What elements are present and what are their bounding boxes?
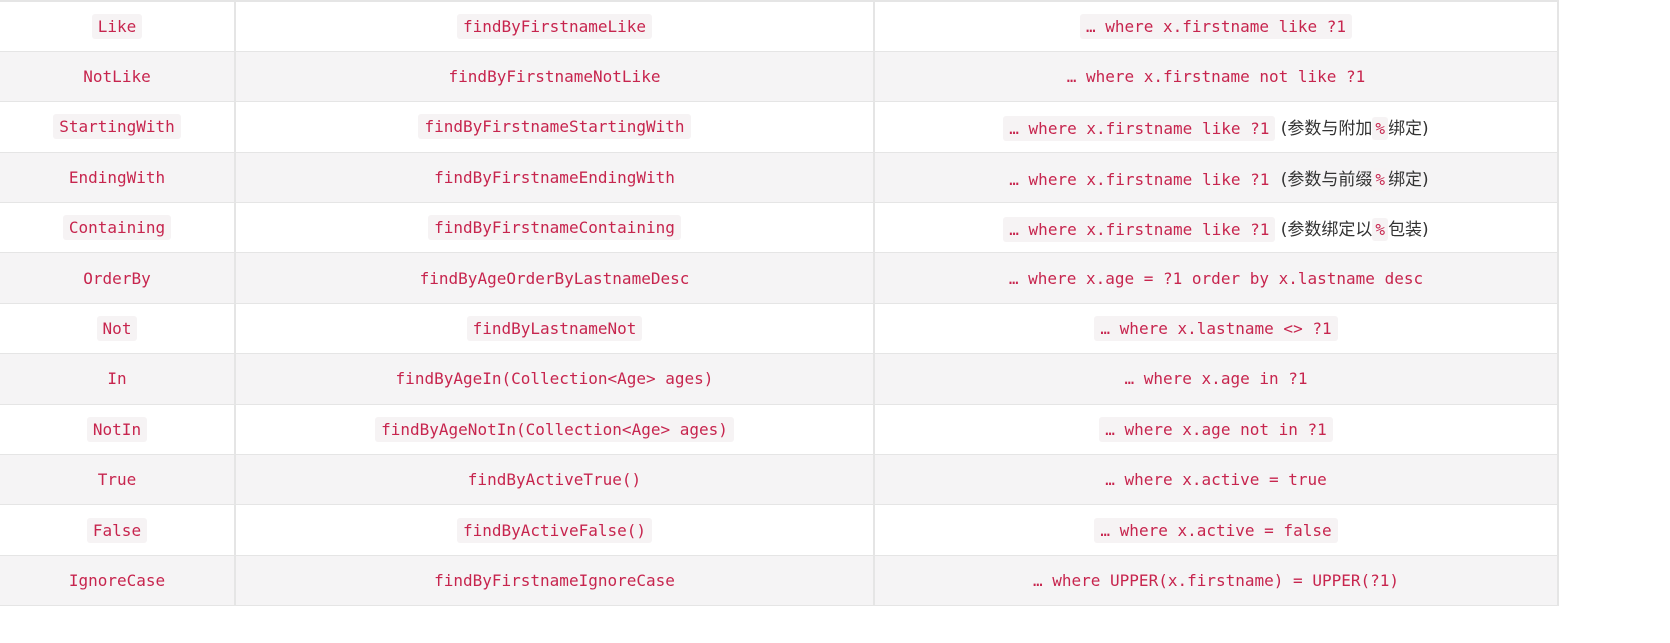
binding-note-suffix: 包装) [1388, 220, 1429, 241]
keyword-code: NotLike [77, 64, 157, 90]
table-row: EndingWith findByFirstnameEndingWith … whe… [0, 151, 1559, 204]
sample-cell: findByLastnameNot [234, 302, 875, 355]
sample-cell: findByAgeNotIn(Collection<Age> ages) [234, 403, 875, 456]
table-row: StartingWith findByFirstnameStartingWith …… [0, 101, 1559, 153]
keyword-cell: EndingWith [0, 151, 236, 204]
sample-cell: findByAgeOrderByLastnameDesc [234, 252, 875, 304]
jpql-snippet-code: … where x.firstname not like ?1 [1060, 64, 1372, 90]
sample-cell: findByFirstnameLike [234, 0, 875, 52]
table-row: True findByActiveTrue() … where x.active =… [0, 454, 1559, 506]
table-row: In findByAgeIn(Collection<Age> ages) … whe… [0, 353, 1559, 405]
jpql-cell: … where x.firstname not like ?1 [873, 50, 1559, 103]
keyword-cell: In [0, 353, 236, 405]
keyword-cell: StartingWith [0, 101, 236, 153]
sample-cell: findByAgeIn(Collection<Age> ages) [234, 353, 875, 405]
jpql-snippet-code: … where x.firstname like ?1 [1003, 217, 1276, 243]
keyword-code: Like [91, 13, 143, 39]
keyword-code: True [91, 467, 143, 493]
table-row: Not findByLastnameNot … where x.lastname <… [0, 302, 1559, 355]
binding-note-prefix: (参数绑定以 [1280, 220, 1373, 241]
binding-note-prefix: (参数与附加 [1280, 119, 1373, 140]
keyword-cell: False [0, 504, 236, 556]
jpql-cell: … where UPPER(x.firstname) = UPPER(?1) [873, 554, 1559, 607]
table-body: Like findByFirstnameLike … where x.firstna… [0, 0, 1559, 607]
jpql-cell: … where x.firstname like ?1 (参数绑定以% 包装) [873, 202, 1559, 254]
jpql-cell: … where x.lastname <> ?1 [873, 302, 1559, 355]
jpql-cell: … where x.active = false [873, 504, 1559, 556]
sample-method-code: findByFirstnameContaining [428, 215, 681, 241]
keyword-code: StartingWith [53, 114, 181, 140]
table-row: IgnoreCase findByFirstnameIgnoreCase … whe… [0, 554, 1559, 607]
keyword-cell: Containing [0, 202, 236, 254]
sample-method-code: findByActiveFalse() [456, 517, 653, 543]
percent-wildcard-code: % [1372, 117, 1389, 141]
table-row: Like findByFirstnameLike … where x.firstna… [0, 0, 1559, 52]
jpql-snippet-code: … where x.lastname <> ?1 [1094, 316, 1338, 342]
keyword-cell: NotLike [0, 50, 236, 103]
keyword-cell: NotIn [0, 403, 236, 456]
table-row: OrderBy findByAgeOrderByLastnameDesc … whe… [0, 252, 1559, 304]
keyword-code: NotIn [86, 416, 148, 442]
keyword-cell: Not [0, 302, 236, 355]
sample-method-code: findByFirstnameLike [456, 13, 653, 39]
keyword-cell: IgnoreCase [0, 554, 236, 607]
sample-cell: findByActiveTrue() [234, 454, 875, 506]
keyword-code: False [86, 517, 148, 543]
query-keyword-table: Like findByFirstnameLike … where x.firstna… [0, 0, 1559, 607]
jpql-snippet-code: … where x.active = true [1099, 467, 1333, 493]
jpql-snippet-code: … where UPPER(x.firstname) = UPPER(?1) [1026, 567, 1406, 593]
percent-wildcard-code: % [1372, 218, 1389, 242]
sample-method-code: findByFirstnameIgnoreCase [428, 567, 681, 593]
jpql-snippet-code: … where x.firstname like ?1 [1003, 166, 1276, 192]
keyword-code: Containing [62, 215, 172, 241]
sample-cell: findByFirstnameNotLike [234, 50, 875, 103]
table-row: False findByActiveFalse() … where x.active… [0, 504, 1559, 556]
keyword-code: EndingWith [62, 164, 172, 190]
table-row: NotLike findByFirstnameNotLike … where x.f… [0, 50, 1559, 103]
sample-cell: findByFirstnameIgnoreCase [234, 554, 875, 607]
keyword-table-container: Like findByFirstnameLike … where x.firstna… [0, 0, 1559, 607]
jpql-snippet-code: … where x.age = ?1 order by x.lastname d… [1002, 265, 1430, 291]
table-row: NotIn findByAgeNotIn(Collection<Age> ages… [0, 403, 1559, 456]
sample-cell: findByFirstnameEndingWith [234, 151, 875, 204]
jpql-cell: … where x.firstname like ?1 (参数与附加% 绑定) [873, 101, 1559, 153]
binding-note-suffix: 绑定) [1388, 169, 1429, 190]
sample-method-code: findByAgeNotIn(Collection<Age> ages) [375, 416, 734, 442]
sample-method-code: findByActiveTrue() [461, 467, 648, 493]
jpql-snippet-code: … where x.age not in ?1 [1099, 416, 1333, 442]
jpql-snippet-code: … where x.age in ?1 [1118, 366, 1314, 392]
jpql-snippet-code: … where x.firstname like ?1 [1079, 13, 1353, 39]
sample-cell: findByFirstnameContaining [234, 202, 875, 254]
jpql-cell: … where x.age = ?1 order by x.lastname d… [873, 252, 1559, 304]
sample-method-code: findByLastnameNot [466, 316, 643, 342]
jpql-snippet-code: … where x.active = false [1094, 517, 1338, 543]
sample-method-code: findByFirstnameStartingWith [418, 114, 691, 140]
table-row: Containing findByFirstnameContaining … whe… [0, 202, 1559, 254]
percent-wildcard-code: % [1372, 167, 1389, 191]
sample-method-code: findByFirstnameEndingWith [428, 164, 681, 190]
binding-note-prefix: (参数与前缀 [1280, 169, 1373, 190]
keyword-code: In [101, 366, 133, 392]
jpql-cell: … where x.age in ?1 [873, 353, 1559, 405]
keyword-cell: True [0, 454, 236, 506]
sample-cell: findByActiveFalse() [234, 504, 875, 556]
jpql-cell: … where x.age not in ?1 [873, 403, 1559, 456]
sample-method-code: findByFirstnameNotLike [442, 64, 667, 90]
sample-cell: findByFirstnameStartingWith [234, 101, 875, 153]
keyword-cell: Like [0, 0, 236, 52]
binding-note-suffix: 绑定) [1388, 119, 1429, 140]
keyword-code: OrderBy [77, 265, 157, 291]
sample-method-code: findByAgeOrderByLastnameDesc [413, 265, 696, 291]
jpql-cell: … where x.active = true [873, 454, 1559, 506]
jpql-cell: … where x.firstname like ?1 (参数与前缀% 绑定) [873, 151, 1559, 204]
keyword-code: IgnoreCase [62, 567, 172, 593]
jpql-snippet-code: … where x.firstname like ?1 [1003, 116, 1276, 142]
keyword-cell: OrderBy [0, 252, 236, 304]
sample-method-code: findByAgeIn(Collection<Age> ages) [389, 366, 720, 392]
keyword-code: Not [96, 316, 138, 342]
jpql-cell: … where x.firstname like ?1 [873, 0, 1559, 52]
